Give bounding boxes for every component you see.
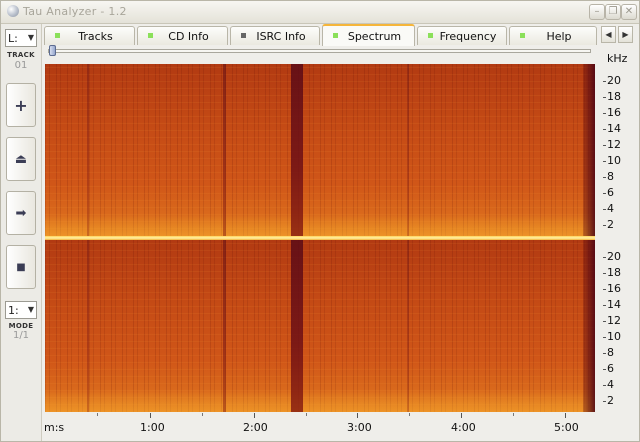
spectrogram bbox=[45, 64, 595, 412]
frequency-tick: 10 bbox=[603, 154, 621, 167]
window-title: Tau Analyzer - 1.2 bbox=[23, 5, 127, 18]
tab-label: Tracks bbox=[78, 30, 113, 43]
play-icon: ➡ bbox=[15, 205, 27, 221]
play-button[interactable]: ➡ bbox=[6, 191, 36, 235]
tab-frequency[interactable]: Frequency bbox=[417, 26, 507, 45]
mode-value: 1/1 bbox=[12, 330, 30, 341]
spectrogram-left-channel bbox=[45, 64, 595, 236]
stop-button[interactable]: ■ bbox=[6, 245, 36, 289]
channel-select-value: L: bbox=[8, 32, 18, 45]
time-tick: 4:00 bbox=[451, 421, 476, 434]
tab-spectrum[interactable]: Spectrum bbox=[322, 24, 415, 46]
stop-icon: ■ bbox=[16, 261, 26, 273]
frequency-tick: 2 bbox=[603, 218, 614, 231]
position-slider-thumb[interactable] bbox=[49, 45, 56, 56]
tab-tracks[interactable]: Tracks bbox=[44, 26, 135, 45]
time-tick: 1:00 bbox=[140, 421, 165, 434]
eject-button[interactable]: ⏏ bbox=[6, 137, 36, 181]
frequency-tick: 16 bbox=[603, 106, 621, 119]
minimize-button[interactable]: – bbox=[589, 4, 605, 20]
frequency-unit-label: kHz bbox=[607, 52, 628, 65]
tab-label: Help bbox=[546, 30, 572, 43]
mode-select-value: 1: bbox=[8, 304, 19, 317]
track-number: 01 bbox=[14, 60, 28, 71]
mode-label: MODE bbox=[8, 322, 34, 330]
mode-select[interactable]: 1: ▼ bbox=[5, 301, 37, 319]
tab-label: Frequency bbox=[439, 30, 497, 43]
tab-cd-info[interactable]: CD Info bbox=[137, 26, 228, 45]
track-label: TRACK bbox=[7, 51, 35, 59]
frequency-tick: 16 bbox=[603, 282, 621, 295]
frequency-tick: 18 bbox=[603, 90, 621, 103]
time-tick: 3:00 bbox=[347, 421, 372, 434]
eject-icon: ⏏ bbox=[14, 151, 28, 167]
frequency-tick: 8 bbox=[603, 170, 614, 183]
chevron-down-icon: ▼ bbox=[27, 33, 34, 42]
frequency-tick: 4 bbox=[603, 202, 614, 215]
plus-icon: + bbox=[14, 95, 28, 115]
close-button[interactable]: ✕ bbox=[621, 4, 637, 20]
time-axis: m:s 1:00 2:00 3:00 4:00 5:00 bbox=[42, 413, 639, 441]
frequency-tick: 20 bbox=[603, 250, 621, 263]
frequency-scale: kHz 20 18 16 14 12 10 8 6 4 2 20 18 16 1… bbox=[597, 48, 639, 416]
left-control-panel: L: ▼ TRACK 01 + ⏏ ➡ ■ 1: ▼ MODE 1/1 bbox=[1, 24, 42, 441]
frequency-tick: 12 bbox=[603, 138, 621, 151]
tab-help[interactable]: Help bbox=[509, 26, 597, 45]
frequency-tick: 6 bbox=[603, 186, 614, 199]
chevron-right-icon: ▶ bbox=[622, 30, 629, 39]
tab-bar: Tracks CD Info ISRC Info Spectrum Freque… bbox=[42, 24, 639, 46]
spectrogram-right-channel bbox=[45, 240, 595, 412]
tab-label: Spectrum bbox=[347, 30, 402, 43]
title-bar[interactable]: Tau Analyzer - 1.2 – ❐ ✕ bbox=[1, 1, 639, 24]
channel-select[interactable]: L: ▼ bbox=[5, 29, 37, 47]
time-tick: 2:00 bbox=[243, 421, 268, 434]
app-icon bbox=[7, 5, 19, 17]
frequency-tick: 6 bbox=[603, 362, 614, 375]
frequency-tick: 2 bbox=[603, 394, 614, 407]
frequency-tick: 12 bbox=[603, 314, 621, 327]
tab-scroll-right-button[interactable]: ▶ bbox=[618, 26, 633, 43]
add-button[interactable]: + bbox=[6, 83, 36, 127]
chevron-left-icon: ◀ bbox=[605, 30, 612, 39]
position-slider-track[interactable] bbox=[48, 49, 591, 53]
frequency-tick: 14 bbox=[603, 122, 621, 135]
frequency-tick: 20 bbox=[603, 74, 621, 87]
frequency-tick: 4 bbox=[603, 378, 614, 391]
time-tick: 5:00 bbox=[554, 421, 579, 434]
frequency-tick: 10 bbox=[603, 330, 621, 343]
tab-scroll-left-button[interactable]: ◀ bbox=[601, 26, 616, 43]
frequency-tick: 18 bbox=[603, 266, 621, 279]
chevron-down-icon: ▼ bbox=[27, 305, 34, 314]
maximize-button[interactable]: ❐ bbox=[605, 4, 621, 20]
frequency-tick: 14 bbox=[603, 298, 621, 311]
time-unit-label: m:s bbox=[44, 421, 65, 434]
app-window: Tau Analyzer - 1.2 – ❐ ✕ L: ▼ TRACK 01 +… bbox=[0, 0, 640, 442]
tab-label: CD Info bbox=[168, 30, 209, 43]
tab-isrc-info[interactable]: ISRC Info bbox=[230, 26, 320, 45]
tab-label: ISRC Info bbox=[256, 30, 306, 43]
frequency-tick: 8 bbox=[603, 346, 614, 359]
